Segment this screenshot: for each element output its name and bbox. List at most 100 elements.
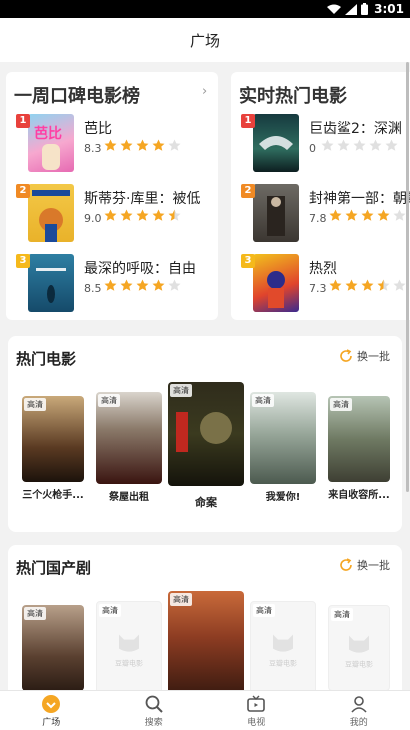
section-title: 热门电影: [16, 350, 77, 368]
star-icon: [152, 279, 165, 291]
chevron-right-icon[interactable]: ›: [202, 84, 212, 99]
signal-icon: [345, 3, 358, 15]
movie-caption: 命案: [195, 496, 217, 509]
hot-now-card[interactable]: 实时热门电影 1 巨齿鲨2：深渊 0 2 封神第一部：朝歌 7.8 3 热烈 7…: [231, 72, 410, 320]
placeholder-logo: 豆瓣电影: [339, 634, 379, 670]
movie-poster[interactable]: 高清: [328, 396, 390, 482]
section-title: 热门国产剧: [16, 559, 92, 577]
placeholder-logo: 豆瓣电影: [263, 633, 303, 669]
star-icon: [329, 279, 342, 291]
star-icon: [136, 139, 149, 151]
star-icon: [377, 279, 390, 291]
star-icon: [369, 139, 382, 151]
refresh-icon: [340, 349, 352, 362]
star-icon: [136, 209, 149, 221]
movie-caption: 三个火枪手...: [22, 490, 84, 501]
scrollbar[interactable]: [406, 62, 409, 492]
nav-label: 广场: [42, 717, 61, 728]
rank-item[interactable]: 1 巨齿鲨2：深渊 0: [241, 114, 410, 174]
movie-title: 最深的呼吸：自由: [84, 261, 196, 277]
ranking-carousel[interactable]: 一周口碑电影榜 › 1 芭比 芭比 8.3 2 斯蒂芬·库里：被低 9.0 3: [6, 72, 410, 322]
star-rating: [329, 279, 406, 292]
movie-poster[interactable]: 高清: [96, 392, 162, 484]
svg-text:芭比: 芭比: [34, 125, 62, 142]
page-title: 广场: [189, 31, 220, 50]
movie-title: 热烈: [309, 261, 337, 277]
star-rating: [321, 139, 398, 152]
nav-item-tv[interactable]: 电视: [205, 691, 308, 730]
star-icon: [168, 279, 181, 291]
hot-tv-section: 热门国产剧 换一批 高清 高清 豆瓣电影 高清 高清 豆瓣电影 高清 豆瓣电影: [8, 545, 402, 690]
star-rating: [104, 139, 181, 152]
movie-score: 0: [309, 142, 316, 155]
hd-badge: 高清: [98, 394, 120, 407]
rank-badge: 3: [241, 254, 255, 268]
movie-caption: 来自收容所...: [328, 490, 390, 501]
star-icon: [393, 279, 406, 291]
star-rating: [329, 209, 406, 222]
nav-item-plaza[interactable]: 广场: [0, 691, 103, 730]
hd-badge: 高清: [253, 604, 275, 617]
movie-score: 7.8: [309, 212, 327, 225]
rank-item[interactable]: 2 斯蒂芬·库里：被低 9.0: [16, 184, 221, 244]
star-icon: [120, 279, 133, 291]
star-icon: [104, 139, 117, 151]
refresh-button[interactable]: 换一批: [339, 557, 390, 573]
movie-poster: [253, 184, 299, 242]
nav-item-search[interactable]: 搜索: [103, 691, 206, 730]
tv-poster-placeholder[interactable]: 高清 豆瓣电影: [250, 601, 316, 690]
movie-title: 斯蒂芬·库里：被低: [84, 191, 201, 207]
rank-badge: 2: [241, 184, 255, 198]
star-icon: [377, 209, 390, 221]
hd-badge: 高清: [170, 593, 192, 606]
tv-poster[interactable]: 高清: [168, 591, 244, 690]
hot-movies-section: 热门电影 换一批 高清 三个火枪手... 高清 祭屋出租 高清 命案 高清 我爱…: [8, 336, 402, 532]
star-icon: [385, 139, 398, 151]
movie-poster: [28, 184, 74, 242]
tv-poster[interactable]: 高清: [22, 605, 84, 690]
cat-icon: [273, 634, 293, 652]
movie-caption: 祭屋出租: [109, 492, 149, 503]
plaza-icon: [42, 694, 61, 713]
movie-title: 封神第一部：朝歌: [309, 191, 410, 207]
nav-label: 搜索: [144, 717, 163, 728]
hd-badge: 高清: [330, 398, 352, 411]
rank-badge: 1: [16, 114, 30, 128]
tv-poster-placeholder[interactable]: 高清 豆瓣电影: [96, 601, 162, 690]
star-icon: [168, 209, 181, 221]
nav-label: 电视: [247, 717, 266, 728]
star-icon: [337, 139, 350, 151]
movie-poster[interactable]: 高清: [22, 396, 84, 482]
bottom-nav: 广场 搜索 电视 我的: [0, 690, 410, 730]
star-icon: [345, 279, 358, 291]
movie-poster[interactable]: 高清: [250, 392, 316, 484]
tv-poster-placeholder[interactable]: 高清 豆瓣电影: [328, 605, 390, 690]
rank-item[interactable]: 3 最深的呼吸：自由 8.5: [16, 254, 221, 314]
hd-badge: 高清: [252, 394, 274, 407]
movie-score: 9.0: [84, 212, 102, 225]
refresh-button[interactable]: 换一批: [339, 348, 390, 364]
star-icon: [104, 279, 117, 291]
weekly-rank-card[interactable]: 一周口碑电影榜 › 1 芭比 芭比 8.3 2 斯蒂芬·库里：被低 9.0 3: [6, 72, 218, 320]
star-icon: [353, 139, 366, 151]
star-icon: [345, 209, 358, 221]
rank-item[interactable]: 1 芭比 芭比 8.3: [16, 114, 221, 174]
weekly-rank-title: 一周口碑电影榜: [14, 86, 140, 107]
refresh-label: 换一批: [357, 559, 390, 572]
rank-badge: 1: [241, 114, 255, 128]
tv-icon: [247, 695, 266, 712]
movie-poster[interactable]: 高清: [168, 382, 244, 486]
movie-poster: [253, 114, 299, 172]
nav-label: 我的: [349, 717, 368, 728]
rank-item[interactable]: 2 封神第一部：朝歌 7.8: [241, 184, 410, 244]
wifi-icon: [327, 4, 342, 14]
hd-badge: 高清: [24, 398, 46, 411]
search-icon: [145, 695, 163, 713]
star-icon: [321, 139, 334, 151]
nav-item-mine[interactable]: 我的: [308, 691, 410, 730]
movie-poster: [28, 254, 74, 312]
refresh-icon: [340, 558, 352, 571]
rank-item[interactable]: 3 热烈 7.3: [241, 254, 410, 314]
movie-title: 芭比: [84, 121, 112, 137]
battery-icon: [361, 3, 369, 15]
